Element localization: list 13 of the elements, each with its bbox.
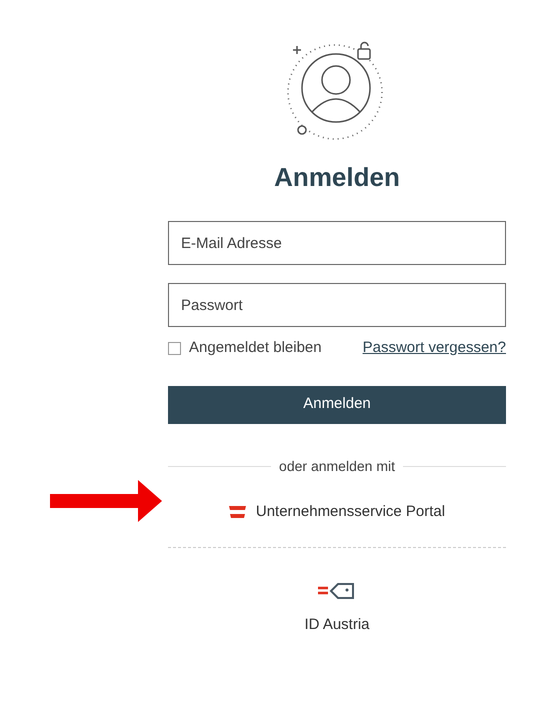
- provider-link[interactable]: ID Austria: [304, 582, 370, 636]
- login-heading: Anmelden: [274, 161, 400, 194]
- arrow-icon: [50, 480, 162, 522]
- remember-label: Angemeldet bleiben: [189, 338, 322, 358]
- key-icon: [318, 582, 356, 600]
- email-field[interactable]: E-Mail Adresse: [168, 221, 506, 265]
- login-button[interactable]: Anmelden: [168, 386, 506, 424]
- checkbox[interactable]: [168, 342, 181, 355]
- divider-text: oder anmelden mit: [279, 456, 395, 476]
- flag-icon: [228, 506, 246, 518]
- provider-link[interactable]: Unternehmensservice Portal: [228, 500, 446, 523]
- password-field[interactable]: Passwort: [168, 283, 506, 327]
- forgot-password-link[interactable]: Passwort vergessen?: [362, 337, 506, 360]
